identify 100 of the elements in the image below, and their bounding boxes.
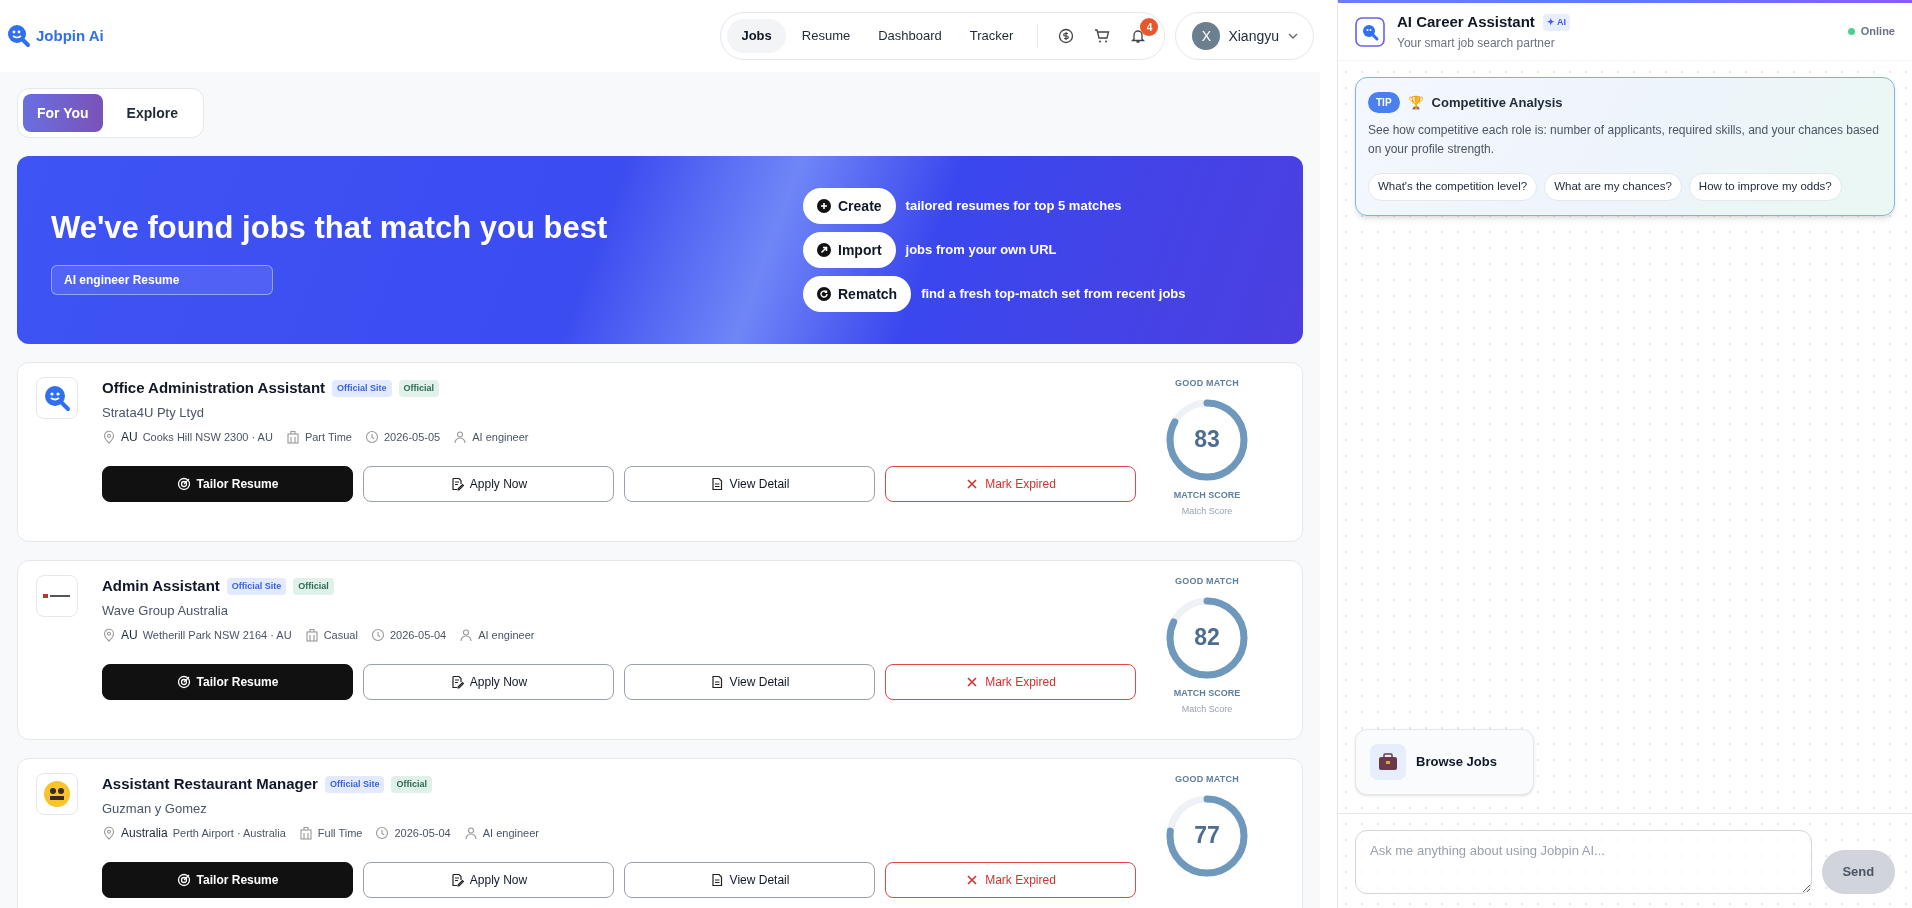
job-title[interactable]: Admin Assistant <box>102 575 220 598</box>
job-action-button[interactable]: Tailor Resume <box>102 466 353 502</box>
user-menu[interactable]: X Xiangyu <box>1175 12 1314 60</box>
nav-tab[interactable]: Jobs <box>727 19 786 53</box>
job-country: Australia <box>121 825 168 842</box>
notification-badge: 4 <box>1140 18 1159 36</box>
close-icon <box>965 873 980 887</box>
job-action-button[interactable]: Tailor Resume <box>102 664 353 700</box>
location-pin-icon <box>102 430 116 444</box>
resume-name: AI engineer <box>478 627 535 643</box>
job-tag: Official Site <box>332 379 392 397</box>
ai-badge: ✦ AI <box>1542 13 1570 32</box>
banner-action-text: jobs from your own URL <box>905 241 1057 260</box>
refresh-icon <box>817 287 831 301</box>
clock-icon <box>370 628 385 642</box>
brand-name[interactable]: Jobpin Ai <box>36 24 104 48</box>
job-action-button[interactable]: View Detail <box>624 466 875 502</box>
target-icon <box>176 873 191 887</box>
plus-icon <box>817 199 831 213</box>
company-logo <box>43 780 71 808</box>
building-icon <box>304 628 319 642</box>
user-avatar: X <box>1192 22 1221 50</box>
job-type: Part Time <box>304 429 352 445</box>
job-tag: Official <box>293 577 334 595</box>
job-action-button[interactable]: Tailor Resume <box>102 862 353 898</box>
edit-document-icon <box>449 675 464 689</box>
job-date: 2026-05-04 <box>394 825 451 841</box>
building-icon <box>298 826 313 840</box>
job-type: Full Time <box>317 825 363 841</box>
message-input[interactable]: Ask me anything about using Jobpin AI... <box>1355 830 1812 894</box>
trophy-icon: 🏆 <box>1407 92 1424 113</box>
company-logo <box>43 592 71 600</box>
assistant-logo-icon <box>1355 16 1385 47</box>
job-action-button[interactable]: Apply Now <box>363 466 614 502</box>
logo-icon <box>43 384 71 412</box>
job-tag: Official Site <box>324 775 385 793</box>
close-icon <box>965 675 980 689</box>
edit-document-icon <box>449 477 464 491</box>
close-icon <box>965 477 980 491</box>
banner-action-button[interactable]: Create <box>803 188 896 224</box>
match-score: 83 <box>1194 425 1220 455</box>
job-tag: Official Site <box>226 577 287 595</box>
job-title[interactable]: Office Administration Assistant <box>102 377 326 400</box>
score-caption: Match Score <box>1181 505 1233 518</box>
target-icon <box>176 477 191 491</box>
job-type: Casual <box>323 627 358 643</box>
banner-action-button[interactable]: Import <box>803 232 896 268</box>
match-label: GOOD MATCH <box>1174 773 1240 786</box>
view-tab[interactable]: For You <box>23 94 103 132</box>
job-action-button[interactable]: View Detail <box>624 862 875 898</box>
job-location: Wetherill Park NSW 2164 · AU <box>142 627 292 643</box>
browse-jobs-card[interactable]: Browse Jobs <box>1355 729 1534 795</box>
suggestion-chip[interactable]: What's the competition level? <box>1368 173 1538 201</box>
edit-document-icon <box>449 873 464 887</box>
logo-icon <box>6 23 32 49</box>
job-tag: Official <box>391 775 432 793</box>
bell-icon[interactable] <box>1130 28 1147 44</box>
job-action-button[interactable]: View Detail <box>624 664 875 700</box>
suggestion-chip[interactable]: How to improve my odds? <box>1688 173 1842 201</box>
nav-tab[interactable]: Dashboard <box>866 19 954 53</box>
resume-field[interactable]: AI engineer Resume <box>51 265 273 296</box>
dollar-icon[interactable] <box>1058 28 1075 44</box>
job-location: Perth Airport · Australia <box>172 825 286 841</box>
assistant-subtitle: Your smart job search partner <box>1397 34 1556 52</box>
job-action-button[interactable]: Mark Expired <box>885 466 1136 502</box>
document-icon <box>709 873 724 887</box>
job-tag: Official <box>398 379 440 397</box>
match-label: GOOD MATCH <box>1174 575 1240 588</box>
job-action-button[interactable]: Mark Expired <box>885 862 1136 898</box>
location-pin-icon <box>102 826 116 840</box>
person-icon <box>459 628 474 642</box>
nav-tab[interactable]: Tracker <box>957 19 1026 53</box>
nav-tab[interactable]: Resume <box>789 19 863 53</box>
job-title[interactable]: Assistant Restaurant Manager <box>102 773 318 796</box>
tip-text: See how competitive each role is: number of applicants, required skills, and your chances based on your profile strength. <box>1368 122 1880 158</box>
banner-action-text: tailored resumes for top 5 matches <box>905 197 1122 216</box>
cart-icon[interactable] <box>1094 28 1111 44</box>
job-action-button[interactable]: Apply Now <box>363 862 614 898</box>
score-label: MATCH SCORE <box>1173 686 1241 700</box>
job-country: AU <box>121 429 138 446</box>
location-pin-icon <box>102 628 116 642</box>
briefcase-icon <box>1370 744 1406 780</box>
resume-name: AI engineer <box>472 429 529 445</box>
target-icon <box>176 675 191 689</box>
score-caption: Match Score <box>1181 703 1233 716</box>
document-icon <box>709 477 724 491</box>
job-action-button[interactable]: Apply Now <box>363 664 614 700</box>
banner-title: We've found jobs that match you best <box>51 208 609 247</box>
tip-title: Competitive Analysis <box>1431 93 1563 112</box>
banner-action-button[interactable]: Rematch <box>803 276 912 312</box>
view-tab[interactable]: Explore <box>106 94 198 132</box>
clock-icon <box>364 430 379 444</box>
job-action-button[interactable]: Mark Expired <box>885 664 1136 700</box>
suggestion-chip[interactable]: What are my chances? <box>1544 173 1682 201</box>
score-label: MATCH SCORE <box>1173 488 1241 502</box>
job-date: 2026-05-05 <box>383 429 441 445</box>
send-button[interactable]: Send <box>1821 850 1895 894</box>
online-status: Online <box>1860 24 1895 40</box>
job-location: Cooks Hill NSW 2300 · AU <box>142 429 273 445</box>
assistant-title: AI Career Assistant <box>1397 12 1535 33</box>
